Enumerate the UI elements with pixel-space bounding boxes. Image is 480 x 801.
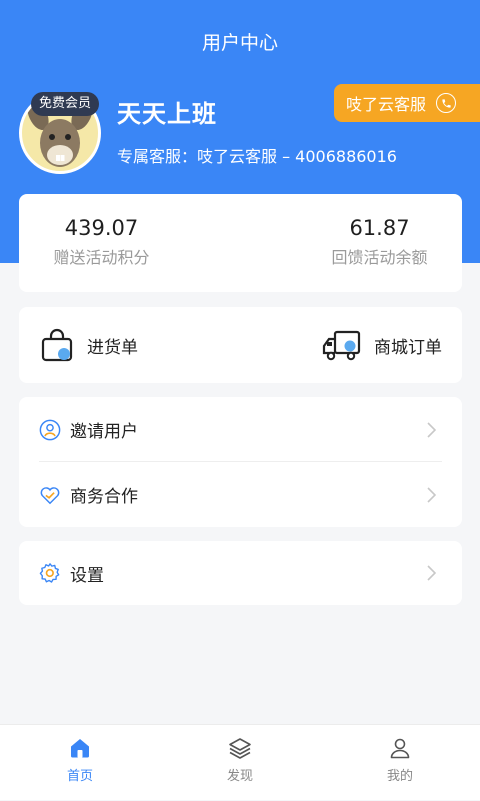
purchase-order-label: 进货单 bbox=[87, 337, 138, 358]
rebate-balance-label: 回馈活动余额 bbox=[331, 248, 428, 267]
mall-order-entry[interactable]: 商城订单 bbox=[322, 307, 442, 383]
tab-mine-label: 我的 bbox=[386, 769, 413, 784]
shopping-bag-icon bbox=[41, 328, 73, 362]
bottom-tab-bar: 首页 发现 我的 bbox=[0, 724, 480, 800]
invite-users-label: 邀请用户 bbox=[70, 422, 138, 442]
purchase-order-entry[interactable]: 进货单 bbox=[39, 307, 138, 383]
gift-points-value: 439.07 bbox=[64, 216, 139, 240]
rebate-balance-value: 61.87 bbox=[349, 216, 410, 240]
phone-icon bbox=[436, 93, 457, 113]
handshake-heart-icon bbox=[40, 486, 60, 504]
tab-home[interactable]: 首页 bbox=[0, 725, 160, 801]
invite-users-row[interactable]: 邀请用户 bbox=[19, 397, 462, 462]
business-cooperation-row[interactable]: 商务合作 bbox=[19, 462, 462, 527]
mall-order-label: 商城订单 bbox=[374, 337, 442, 358]
orders-card: 进货单 商城订单 bbox=[19, 307, 462, 383]
settings-label: 设置 bbox=[70, 565, 104, 586]
gear-icon bbox=[39, 563, 60, 583]
person-icon bbox=[390, 738, 410, 759]
rebate-balance-stat[interactable]: 61.87 回馈活动余额 bbox=[317, 216, 442, 268]
stats-card: 439.07 赠送活动积分 61.87 回馈活动余额 bbox=[19, 194, 462, 292]
settings-row[interactable]: 设置 bbox=[19, 541, 462, 605]
chevron-right-icon bbox=[427, 565, 436, 581]
username: 天天上班 bbox=[117, 100, 217, 128]
layers-icon bbox=[229, 738, 251, 759]
menu-card: 邀请用户 商务合作 bbox=[19, 397, 462, 527]
customer-service-label: 吱了云客服 bbox=[346, 95, 427, 114]
exclusive-service-text: 专属客服：吱了云客服 – 4006886016 bbox=[117, 147, 397, 166]
home-icon bbox=[71, 739, 89, 758]
tab-mine[interactable]: 我的 bbox=[320, 725, 480, 801]
truck-icon bbox=[322, 330, 361, 361]
user-circle-icon bbox=[39, 419, 61, 440]
tab-discover[interactable]: 发现 bbox=[160, 725, 320, 801]
tab-discover-label: 发现 bbox=[226, 769, 253, 784]
membership-badge: 免费会员 bbox=[31, 92, 100, 116]
chevron-right-icon bbox=[427, 486, 436, 503]
gift-points-label: 赠送活动积分 bbox=[53, 248, 150, 267]
chevron-right-icon bbox=[427, 421, 436, 438]
customer-service-button[interactable]: 吱了云客服 bbox=[334, 84, 480, 122]
gift-points-stat[interactable]: 439.07 赠送活动积分 bbox=[39, 216, 164, 268]
tab-home-label: 首页 bbox=[66, 769, 93, 784]
business-cooperation-label: 商务合作 bbox=[70, 487, 138, 507]
page-title: 用户中心 bbox=[201, 32, 278, 54]
settings-card: 设置 bbox=[19, 541, 462, 605]
